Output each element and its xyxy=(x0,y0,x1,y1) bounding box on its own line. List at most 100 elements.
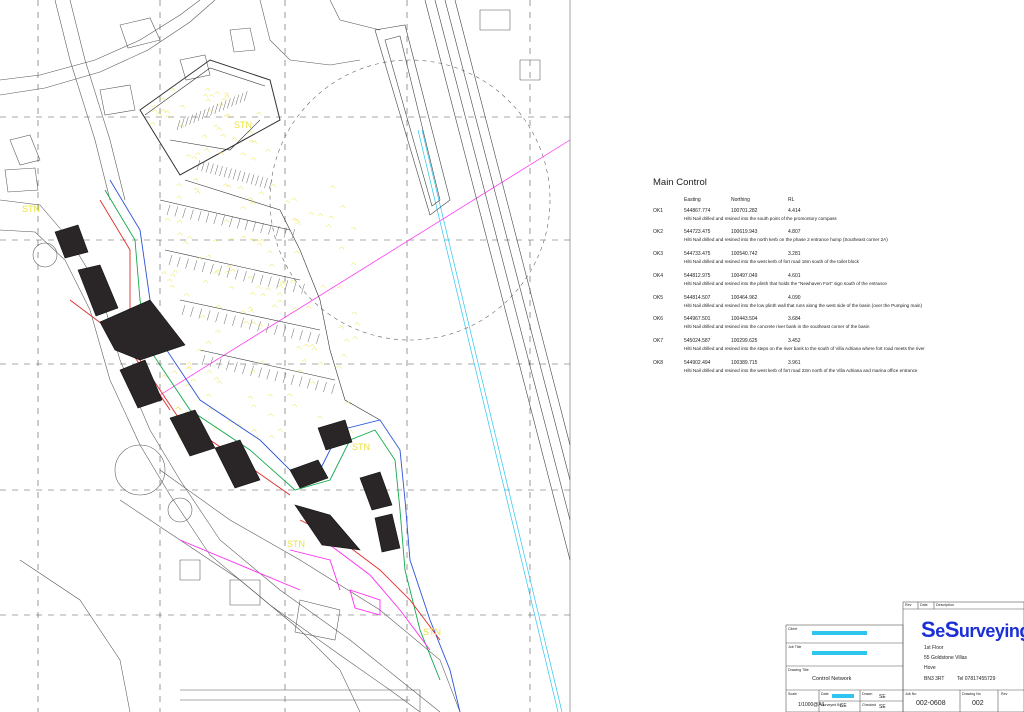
point-description: Hilti Nail drilled and resined into the … xyxy=(684,259,859,265)
point-rl: 3.281 xyxy=(788,251,801,258)
level-mark xyxy=(164,114,171,119)
level-mark xyxy=(251,429,257,433)
control-point-row: OK3 544733.475 100540.742 3.281 xyxy=(653,252,983,257)
level-mark xyxy=(337,285,343,290)
station-label-b: STN xyxy=(352,442,370,452)
control-point-row: OK4 544812.975 100497.049 4.601 xyxy=(653,273,983,279)
level-mark xyxy=(294,250,300,255)
level-mark xyxy=(306,305,312,310)
station-label-c: STN xyxy=(287,539,305,549)
car-park xyxy=(139,59,381,421)
level-mark xyxy=(160,109,166,113)
point-description: Hilti Nail drilled and resined into the … xyxy=(684,302,922,308)
main-control-panel: Main Control Easting Northing RL OK1 5448… xyxy=(653,178,983,383)
address-line-4: BN3 3RT xyxy=(924,676,945,682)
parking-bay-tick xyxy=(210,263,214,275)
level-mark xyxy=(221,97,227,102)
level-mark xyxy=(223,114,229,119)
parking-bay-tick xyxy=(217,358,222,369)
level-mark xyxy=(155,112,162,116)
level-mark xyxy=(169,87,176,92)
parking-bay-tick xyxy=(274,324,278,335)
parking-bay-tick xyxy=(290,374,295,385)
job-title-label: Job Title xyxy=(788,645,802,649)
level-mark xyxy=(296,345,302,350)
level-mark xyxy=(260,293,266,297)
control-point: OK5 544814.507 100464.962 4.090 Hilti Nail d… xyxy=(653,294,983,309)
control-point-row: OK8 544902.494 100389.715 3.961 xyxy=(653,360,983,366)
level-mark xyxy=(280,282,286,286)
parking-bay-tick xyxy=(234,362,238,373)
date-label: Date xyxy=(920,603,928,607)
level-mark xyxy=(176,183,182,187)
level-mark xyxy=(295,221,301,225)
level-mark xyxy=(205,98,211,103)
rail-lines xyxy=(374,0,571,561)
parking-bay-tick xyxy=(166,204,171,216)
parking-bay-tick xyxy=(292,281,297,293)
station-labels: STN STN STN STN STN xyxy=(22,120,441,637)
level-mark xyxy=(203,148,210,152)
surveyed-by-value: SE xyxy=(840,703,847,709)
parking-bay-tick xyxy=(228,168,232,179)
level-mark xyxy=(149,121,156,126)
point-rl: 4.090 xyxy=(788,294,801,301)
level-mark xyxy=(286,393,293,397)
parking-bay-tick xyxy=(215,312,219,323)
level-mark xyxy=(317,415,323,419)
point-description: Hilti Nail drilled and resined into the … xyxy=(684,367,918,373)
parking-bay-tick xyxy=(235,94,240,105)
level-mark xyxy=(351,226,357,231)
point-northing: 100619.943 xyxy=(731,229,758,236)
level-mark xyxy=(350,262,357,266)
parking-bay-tick xyxy=(193,260,198,271)
parking-bay-tick xyxy=(257,321,261,332)
magenta-line xyxy=(159,139,571,396)
level-mark xyxy=(195,152,201,156)
level-mark xyxy=(243,320,250,325)
parking-bay-tick xyxy=(244,219,249,231)
parking-bay-tick xyxy=(235,269,239,280)
level-points xyxy=(149,87,360,439)
level-mark xyxy=(250,291,256,296)
level-mark xyxy=(186,361,192,366)
level-mark xyxy=(240,152,246,156)
level-mark xyxy=(317,361,324,366)
parking-bay-tick xyxy=(316,333,320,344)
point-easting: 544867.774 xyxy=(684,207,711,214)
level-mark xyxy=(228,286,235,290)
parking-bay-tick xyxy=(250,174,255,185)
parking-bay-tick xyxy=(210,163,214,174)
parking-bay-tick xyxy=(264,177,268,189)
level-mark xyxy=(213,376,220,381)
cyan-lines xyxy=(417,129,563,712)
level-mark xyxy=(277,292,283,296)
level-mark xyxy=(179,104,185,109)
level-mark xyxy=(250,369,256,374)
level-mark xyxy=(284,200,291,204)
level-mark xyxy=(185,367,191,371)
level-mark xyxy=(248,238,255,242)
level-mark xyxy=(330,185,336,189)
level-mark xyxy=(176,195,182,199)
level-mark xyxy=(196,348,202,353)
parking-bay-tick xyxy=(209,356,214,367)
control-point-row: OK6 544967.501 100443.504 3.684 xyxy=(653,317,983,322)
point-id: OK5 xyxy=(653,294,664,301)
logo-s2: S xyxy=(944,617,960,642)
level-mark xyxy=(199,314,206,319)
parking-bay-tick xyxy=(282,326,287,337)
level-mark xyxy=(247,275,254,280)
level-mark xyxy=(328,215,334,219)
point-northing: 100443.504 xyxy=(731,316,758,323)
level-mark xyxy=(240,206,246,210)
level-mark xyxy=(164,110,170,114)
level-mark xyxy=(256,242,263,247)
parking-bay-tick xyxy=(201,262,206,273)
point-easting: 544814.507 xyxy=(684,294,711,301)
parking-bay-tick xyxy=(255,175,259,186)
level-mark xyxy=(215,329,221,334)
point-northing: 100540.742 xyxy=(731,251,758,258)
control-point-row: OK5 544814.507 100464.962 4.090 xyxy=(653,294,983,301)
parking-bay-tick xyxy=(222,100,227,111)
